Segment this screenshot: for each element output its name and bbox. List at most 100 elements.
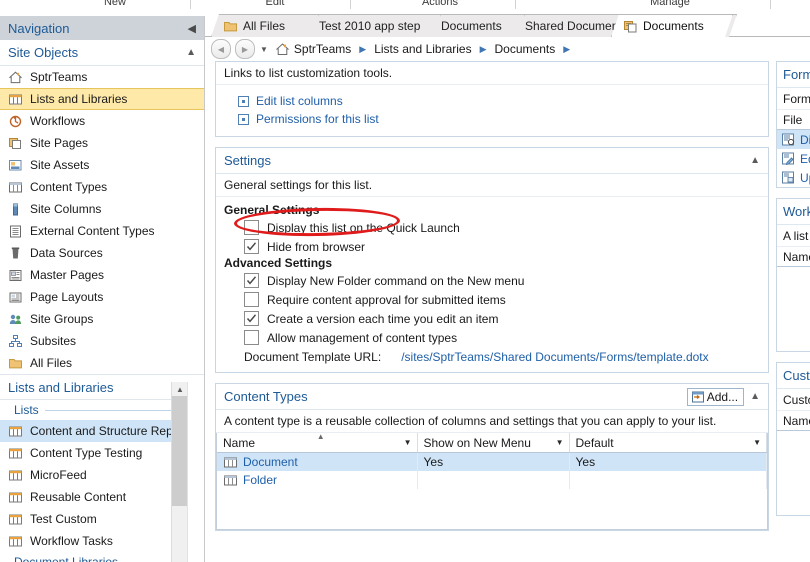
setting-label: Display New Folder command on the New me… bbox=[267, 273, 525, 288]
settings-panel: Settings ▲ General settings for this lis… bbox=[215, 147, 769, 373]
table-row[interactable]: Folder bbox=[217, 471, 767, 489]
settings-panel-header[interactable]: Settings ▲ bbox=[216, 148, 768, 174]
edit-form-icon bbox=[781, 151, 796, 166]
divider bbox=[190, 0, 191, 9]
chevron-down-icon[interactable]: ▼ bbox=[404, 438, 412, 447]
cell-name[interactable]: Folder bbox=[217, 471, 418, 489]
custom-actions-column-header[interactable]: Name bbox=[777, 411, 810, 431]
tab-all-files[interactable]: All Files bbox=[211, 14, 319, 37]
column-header-show-on-new-menu[interactable]: Show on New Menu ▼ bbox=[417, 433, 570, 453]
ribbon-group-actions: Actions bbox=[365, 0, 516, 9]
content-types-grid: ▲ Name ▼ Show on New Menu ▼ Default ▼ Do… bbox=[217, 433, 767, 489]
sidebar-item-label: Site Assets bbox=[30, 158, 90, 172]
add-content-type-button[interactable]: Add... bbox=[686, 387, 745, 406]
scrollbar-thumb[interactable] bbox=[172, 396, 188, 506]
setting-allow-management-of-content-types[interactable]: Allow management of content types bbox=[224, 328, 760, 347]
forms-panel-description: Forms bbox=[777, 88, 810, 110]
form-row[interactable]: EditForm.aspx bbox=[777, 149, 810, 168]
sidebar-item-sptrteams[interactable]: SptrTeams bbox=[0, 66, 204, 88]
form-row[interactable]: DispForm.aspx bbox=[777, 130, 810, 149]
sidebar-item-label: Subsites bbox=[30, 334, 77, 348]
sidebar-item-site-groups[interactable]: Site Groups bbox=[0, 308, 204, 330]
checkbox-unchecked-icon[interactable] bbox=[244, 220, 259, 235]
content-types-panel-header[interactable]: Content Types Add... ▲ bbox=[216, 384, 768, 410]
settings-body: General Settings Display this list on th… bbox=[216, 197, 768, 372]
breadcrumb-separator: ▶ bbox=[479, 43, 487, 54]
forms-panel-title: Forms bbox=[777, 62, 810, 88]
forward-arrow-icon[interactable]: ▶ bbox=[235, 39, 255, 59]
site-groups-icon bbox=[8, 312, 23, 327]
ribbon-group-manage: Manage bbox=[570, 0, 771, 9]
setting-label: Display this list on the Quick Launch bbox=[267, 220, 460, 235]
setting-create-a-version-each-time-you-edit-an-item[interactable]: Create a version each time you edit an i… bbox=[224, 309, 760, 328]
sidebar-item-external-content-types[interactable]: External Content Types bbox=[0, 220, 204, 242]
sidebar-item-content-types[interactable]: Content Types bbox=[0, 176, 204, 198]
chevron-up-icon[interactable]: ▲ bbox=[750, 155, 760, 166]
sidebar-item-all-files[interactable]: All Files bbox=[0, 352, 204, 374]
navigation-pane: Navigation ◀ Site Objects ▲ SptrTeams Lis… bbox=[0, 16, 205, 562]
sidebar-item-label: All Files bbox=[30, 356, 73, 370]
cell-name[interactable]: Document bbox=[217, 452, 418, 471]
sidebar-item-label: Test Custom bbox=[30, 512, 97, 526]
sidebar-item-page-layouts[interactable]: Page Layouts bbox=[0, 286, 204, 308]
column-header-name[interactable]: ▲ Name ▼ bbox=[217, 433, 418, 453]
form-row[interactable]: Upload.aspx bbox=[777, 168, 810, 187]
chevron-left-icon[interactable]: ◀ bbox=[188, 22, 196, 35]
sidebar-item-lists-and-libraries[interactable]: Lists and Libraries bbox=[0, 88, 204, 110]
right-task-pane: Forms Forms File DispForm.aspx EditForm.a… bbox=[776, 61, 810, 562]
checkbox-checked-icon[interactable] bbox=[244, 311, 259, 326]
tab-documents-active[interactable]: Documents bbox=[611, 14, 733, 37]
site-objects-section-header[interactable]: Site Objects ▲ bbox=[0, 40, 204, 66]
sidebar-item-subsites[interactable]: Subsites bbox=[0, 330, 204, 352]
tab-label: Documents bbox=[441, 19, 502, 33]
sidebar-item-label: MicroFeed bbox=[30, 468, 87, 482]
sidebar-item-workflows[interactable]: Workflows bbox=[0, 110, 204, 132]
checkbox-checked-icon[interactable] bbox=[244, 239, 259, 254]
divider bbox=[770, 0, 771, 9]
sidebar-item-data-sources[interactable]: Data Sources bbox=[0, 242, 204, 264]
form-label: EditForm.aspx bbox=[800, 151, 810, 166]
link-permissions-for-this-list[interactable]: Permissions for this list bbox=[224, 110, 760, 128]
workflows-panel-title: Workflows bbox=[777, 199, 810, 225]
chevron-down-icon[interactable]: ▼ bbox=[556, 438, 564, 447]
sharepoint-designer-window: New Edit Actions Manage Navigation ◀ Site O… bbox=[0, 0, 810, 562]
checkbox-unchecked-icon[interactable] bbox=[244, 330, 259, 345]
column-header-default[interactable]: Default ▼ bbox=[569, 433, 767, 453]
breadcrumb-item-0[interactable]: SptrTeams bbox=[294, 42, 351, 56]
document-template-row: Document Template URL: /sites/SptrTeams/… bbox=[224, 347, 760, 366]
bullet-square-icon bbox=[238, 113, 249, 125]
forms-column-header[interactable]: File bbox=[777, 110, 810, 130]
column-icon bbox=[8, 202, 23, 217]
document-template-value[interactable]: /sites/SptrTeams/Shared Documents/Forms/… bbox=[401, 350, 708, 364]
divider bbox=[515, 0, 516, 9]
customization-links: Edit list columns Permissions for this li… bbox=[216, 85, 768, 136]
sidebar-item-master-pages[interactable]: Master Pages bbox=[0, 264, 204, 286]
link-label: Edit list columns bbox=[256, 94, 343, 108]
general-settings-title: General Settings bbox=[224, 203, 320, 217]
breadcrumb-item-2[interactable]: Documents bbox=[495, 42, 556, 56]
setting-display-this-list-on-the-quick-launch[interactable]: Display this list on the Quick Launch bbox=[224, 218, 760, 237]
chevron-down-icon[interactable]: ▼ bbox=[753, 438, 761, 447]
checkbox-checked-icon[interactable] bbox=[244, 273, 259, 288]
scroll-up-icon[interactable]: ▲ bbox=[172, 382, 188, 396]
workflows-column-header[interactable]: Name bbox=[777, 247, 810, 267]
navigation-scrollbar[interactable]: ▲ bbox=[171, 382, 188, 562]
checkbox-unchecked-icon[interactable] bbox=[244, 292, 259, 307]
sidebar-item-site-pages[interactable]: Site Pages bbox=[0, 132, 204, 154]
chevron-up-icon[interactable]: ▲ bbox=[750, 391, 760, 402]
content-types-panel: Content Types Add... ▲ A content type is… bbox=[215, 383, 769, 531]
navigation-pane-title: Navigation bbox=[8, 20, 70, 36]
chevron-up-icon[interactable]: ▲ bbox=[186, 47, 196, 58]
table-row[interactable]: Document Yes Yes bbox=[217, 452, 767, 471]
back-arrow-icon[interactable]: ◀ bbox=[211, 39, 231, 59]
settings-description: General settings for this list. bbox=[216, 174, 768, 197]
link-edit-list-columns[interactable]: Edit list columns bbox=[224, 92, 760, 110]
sidebar-item-site-columns[interactable]: Site Columns bbox=[0, 198, 204, 220]
breadcrumb-item-1[interactable]: Lists and Libraries bbox=[374, 42, 471, 56]
setting-require-content-approval-for-submitted-items[interactable]: Require content approval for submitted i… bbox=[224, 290, 760, 309]
chevron-down-icon[interactable]: ▼ bbox=[260, 45, 268, 54]
setting-display-new-folder-command-on-the-new-menu[interactable]: Display New Folder command on the New me… bbox=[224, 271, 760, 290]
sidebar-item-site-assets[interactable]: Site Assets bbox=[0, 154, 204, 176]
setting-hide-from-browser[interactable]: Hide from browser bbox=[224, 237, 760, 256]
breadcrumb-separator: ▶ bbox=[359, 43, 367, 54]
